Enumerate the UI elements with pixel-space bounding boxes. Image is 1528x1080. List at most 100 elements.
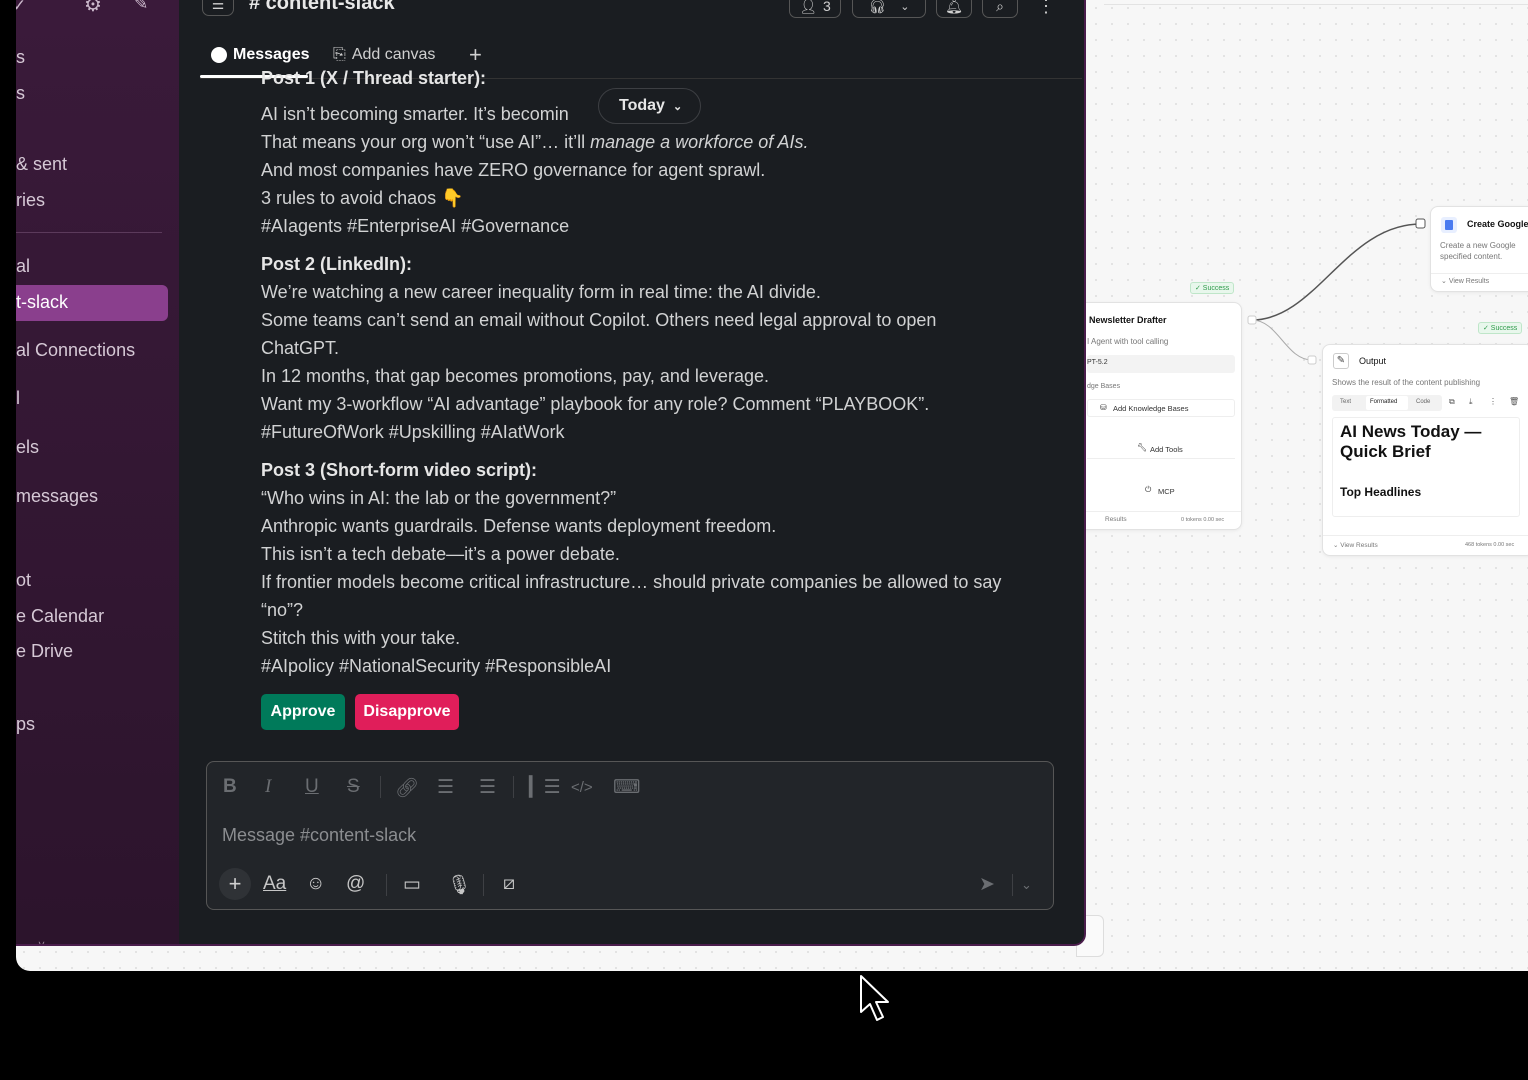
blockquote-icon[interactable]: ▎☰ — [529, 776, 561, 799]
add-tab-icon[interactable]: + — [469, 42, 482, 68]
chevron-down-icon[interactable]: ˅ — [38, 938, 45, 944]
screen: Create Google Create a new Google specif… — [0, 0, 1528, 1080]
send-icon[interactable]: ➤ — [979, 873, 995, 896]
message-line: Stitch this with your take. — [261, 628, 461, 648]
results-link[interactable]: Results — [1105, 516, 1127, 523]
output-subheading: Top Headlines — [1340, 485, 1422, 499]
tab-text[interactable]: Text — [1340, 399, 1351, 405]
menu-icon[interactable]: ☰ — [202, 0, 234, 16]
sidebar-divider — [16, 232, 162, 233]
code-block-icon[interactable]: ⌨︎ — [613, 776, 640, 799]
more-icon[interactable]: ⋮ — [1489, 397, 1497, 406]
section-label: dge Bases — [1087, 383, 1121, 390]
mention-icon[interactable]: @ — [346, 873, 365, 895]
date-divider-pill[interactable]: Today ⌄ — [598, 88, 702, 124]
sidebar-item-general[interactable]: al — [16, 256, 30, 277]
message-line: “Who wins in AI: the lab or the governme… — [261, 488, 617, 508]
tab-formatted[interactable]: Formatted — [1370, 399, 1397, 405]
kebab-menu-icon[interactable]: ⋮ — [1034, 0, 1058, 18]
mcp-button[interactable]: ⏻ MCP — [1087, 483, 1235, 501]
download-icon[interactable]: ⤓ — [1469, 397, 1473, 407]
members-button[interactable]: 👤︎ 3 — [789, 0, 841, 18]
tab-code[interactable]: Code — [1416, 399, 1430, 405]
slash-command-icon[interactable]: ⧄ — [503, 873, 515, 895]
underline-icon[interactable]: U — [305, 776, 319, 798]
italic-icon[interactable]: I — [265, 776, 271, 798]
video-icon[interactable]: ▭ — [403, 873, 421, 896]
sidebar-item-bot[interactable]: ot — [16, 570, 31, 591]
message-input[interactable]: Message #content-slack — [222, 825, 416, 846]
bulleted-list-icon[interactable]: ☰ — [479, 776, 496, 799]
output-headline: AI News Today — Quick Brief — [1340, 422, 1482, 461]
ordered-list-icon[interactable]: ☰ — [437, 776, 454, 799]
channel-view: ☰ # content-slack 👤︎ 3 🎧︎ ⌄ 🔔︎ ⌕ ⋮ Messa… — [179, 0, 1084, 944]
model-select[interactable]: PT-5.2 — [1087, 359, 1108, 366]
run-stats: 0 tokens 0.00 sec — [1181, 517, 1225, 523]
disapprove-button[interactable]: Disapprove — [355, 694, 459, 730]
formatting-toggle-icon[interactable]: Aa — [263, 873, 286, 895]
bold-icon[interactable]: B — [223, 776, 237, 798]
hashtags: #AIpolicy #NationalSecurity #Responsible… — [261, 656, 612, 676]
output-view-tabs: Text Formatted Code — [1332, 395, 1442, 411]
message-composer: B I U S 🔗︎ ☰ ☰ ▎☰ </> ⌨︎ Message #conten… — [206, 761, 1054, 910]
chevron-down-icon: ⌄ — [900, 0, 910, 13]
output-node[interactable]: ✎ Output Shows the result of the content… — [1322, 344, 1528, 556]
message-line: If frontier models become critical infra… — [261, 572, 1002, 620]
sidebar-item-label: t-slack — [16, 292, 69, 312]
message-line: In 12 months, that gap becomes promotion… — [261, 366, 769, 386]
trash-icon[interactable]: 🗑︎ — [1509, 397, 1519, 406]
run-stats: 468 tokens 0.00 sec — [1465, 542, 1515, 548]
database-icon: ⛁ — [1100, 403, 1107, 412]
view-results-link[interactable]: ⌄ View Results — [1333, 541, 1378, 549]
code-icon[interactable]: </> — [571, 779, 593, 796]
post3-heading: Post 3 (Short-form video script): — [261, 460, 538, 480]
copy-icon[interactable]: ⧉ — [1449, 397, 1455, 407]
sidebar-item-add-channel[interactable]: l — [16, 388, 20, 409]
search-icon[interactable]: ⌕ — [982, 0, 1018, 18]
add-knowledge-button[interactable]: ⛁ Add Knowledge Bases — [1087, 399, 1235, 417]
sidebar-item-direct-messages[interactable]: messages — [16, 486, 98, 507]
approve-button[interactable]: Approve — [261, 694, 345, 730]
tab-add-canvas[interactable]: ⎘ Add canvas — [333, 46, 435, 64]
gear-icon[interactable]: ⚙ — [84, 0, 102, 17]
message-icon — [211, 47, 227, 63]
link-icon[interactable]: 🔗︎ — [395, 776, 419, 800]
wrench-icon: 🔧︎ — [1137, 443, 1148, 452]
hashtags: #AIagents #EnterpriseAI #Governance — [261, 216, 570, 236]
huddle-button[interactable]: 🎧︎ ⌄ — [852, 0, 926, 18]
post1-heading: Post 1 (X / Thread starter): — [261, 68, 487, 88]
message-line: That means your org won’t “use AI”… it’l… — [261, 132, 809, 152]
slack-window: ✓ ⚙ ✎ s s & sent ries al t-slack al Conn… — [16, 0, 1086, 946]
sidebar-item-drafts-sent[interactable]: & sent — [16, 154, 67, 175]
sidebar-item-directories[interactable]: ries — [16, 190, 45, 211]
sidebar-item-google-drive[interactable]: e Drive — [16, 641, 73, 662]
success-badge: ✓ Success — [1190, 282, 1235, 294]
node-title: Newsletter Drafter — [1089, 315, 1167, 325]
tab-messages[interactable]: Messages — [211, 46, 310, 64]
sidebar-item-huddles[interactable]: s — [16, 83, 25, 104]
emoji-icon[interactable]: ☺ — [306, 873, 325, 895]
node-title: Output — [1359, 356, 1387, 366]
chevron-down-icon[interactable]: ⌄ — [1021, 877, 1032, 893]
add-tools-button[interactable]: 🔧︎ Add Tools — [1087, 441, 1235, 459]
headphones-icon: 🎧︎ — [868, 0, 887, 14]
sidebar-item-apps[interactable]: ps — [16, 714, 35, 735]
sidebar-item-threads[interactable]: s — [16, 47, 25, 68]
sidebar-item-external-connections[interactable]: al Connections — [16, 340, 135, 361]
view-results-link[interactable]: ⌄ View Results — [1441, 277, 1489, 285]
compose-icon[interactable]: ✎ — [134, 0, 148, 14]
node-desc: Shows the result of the content publishi… — [1332, 378, 1481, 387]
attach-icon[interactable]: + — [219, 868, 251, 900]
channel-title[interactable]: # content-slack — [249, 0, 395, 15]
strikethrough-icon[interactable]: S — [347, 776, 360, 798]
create-google-node[interactable]: Create Google Create a new Google specif… — [1430, 206, 1528, 292]
person-icon: 👤︎ — [799, 0, 817, 14]
google-docs-icon — [1441, 217, 1457, 233]
bell-icon[interactable]: 🔔︎ — [936, 0, 972, 18]
formatted-output: AI News Today — Quick Brief Top Headline… — [1332, 417, 1520, 517]
post2-heading: Post 2 (LinkedIn): — [261, 254, 413, 274]
sidebar-item-channels[interactable]: els — [16, 437, 39, 458]
microphone-icon[interactable]: 🎙︎ — [447, 873, 471, 897]
sidebar-item-google-calendar[interactable]: e Calendar — [16, 606, 104, 627]
sidebar-item-content-slack[interactable]: t-slack — [16, 285, 168, 321]
